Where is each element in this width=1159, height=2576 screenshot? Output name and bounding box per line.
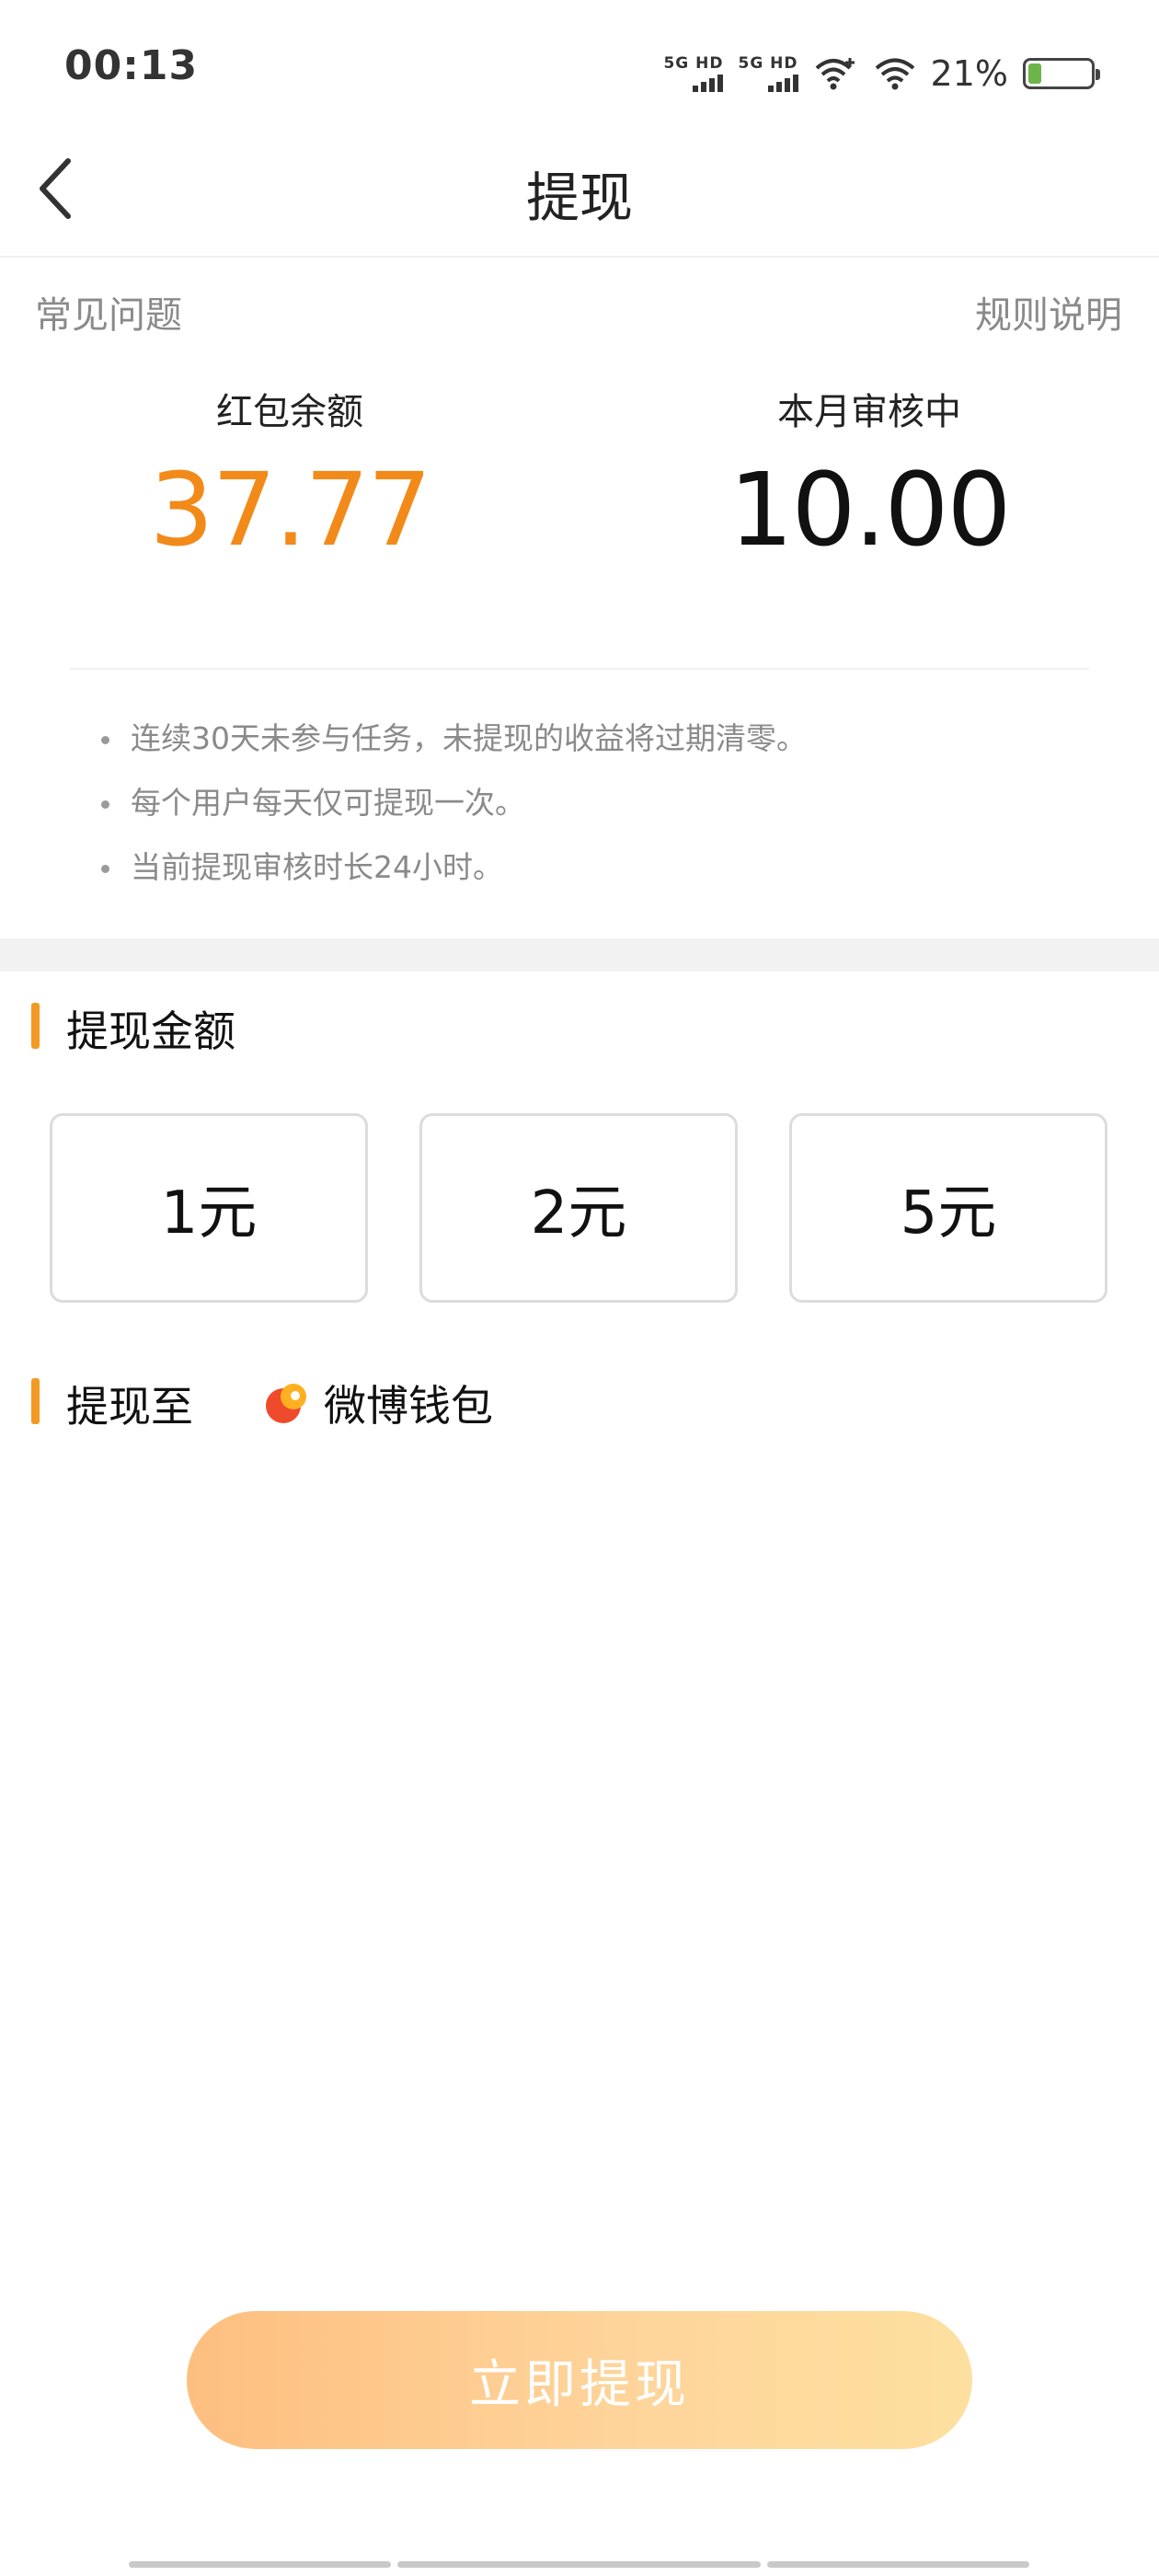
note-item: 连续30天未参与任务，未提现的收益将过期清零。	[101, 708, 807, 773]
destination-label: 提现至	[66, 1382, 193, 1432]
note-item: 每个用户每天仅可提现一次。	[101, 773, 807, 837]
page-title: 提现	[525, 167, 633, 229]
nav-indicator	[767, 2561, 1029, 2568]
rules-link[interactable]: 规则说明	[975, 285, 1122, 339]
amount-option-1[interactable]: 1元	[50, 1113, 368, 1303]
status-icons: 5G HD 5G HD 21%	[663, 46, 1100, 101]
section-marker	[31, 1378, 40, 1424]
withdraw-button[interactable]: 立即提现	[187, 2311, 972, 2449]
balance-label: 红包余额	[216, 391, 363, 433]
note-item: 当前提现审核时长24小时。	[101, 837, 807, 902]
divider	[70, 668, 1089, 670]
weibo-wallet-icon	[266, 1384, 306, 1423]
review-value: 10.00	[729, 451, 1012, 569]
nav-divider	[0, 256, 1159, 258]
signal-label: 5G HD	[663, 54, 724, 73]
wallet-selector[interactable]: 微博钱包	[265, 1371, 493, 1435]
wallet-name: 微博钱包	[324, 1381, 493, 1431]
wifi-plus-icon	[815, 58, 855, 90]
signal-label: 5G HD	[738, 54, 798, 73]
nav-indicator	[397, 2561, 761, 2568]
section-marker	[31, 1003, 40, 1049]
nav-indicator	[129, 2561, 391, 2568]
section-separator	[0, 938, 1159, 972]
amount-section-title: 提现金额	[66, 1006, 235, 1056]
review-label: 本月审核中	[777, 391, 961, 433]
amount-option-5[interactable]: 5元	[789, 1113, 1107, 1303]
battery-percent: 21%	[930, 53, 1008, 94]
signal-5g-hd-icon: 5G HD	[738, 55, 798, 92]
balance-value: 37.77	[149, 451, 432, 569]
faq-link[interactable]: 常见问题	[35, 285, 182, 339]
signal-5g-hd-icon: 5G HD	[663, 54, 724, 92]
amount-option-2[interactable]: 2元	[419, 1113, 738, 1303]
status-time: 00:13	[64, 42, 199, 89]
notes-list: 连续30天未参与任务，未提现的收益将过期清零。 每个用户每天仅可提现一次。 当前…	[101, 708, 807, 902]
wifi-icon	[875, 58, 914, 90]
battery-icon	[1023, 58, 1100, 89]
